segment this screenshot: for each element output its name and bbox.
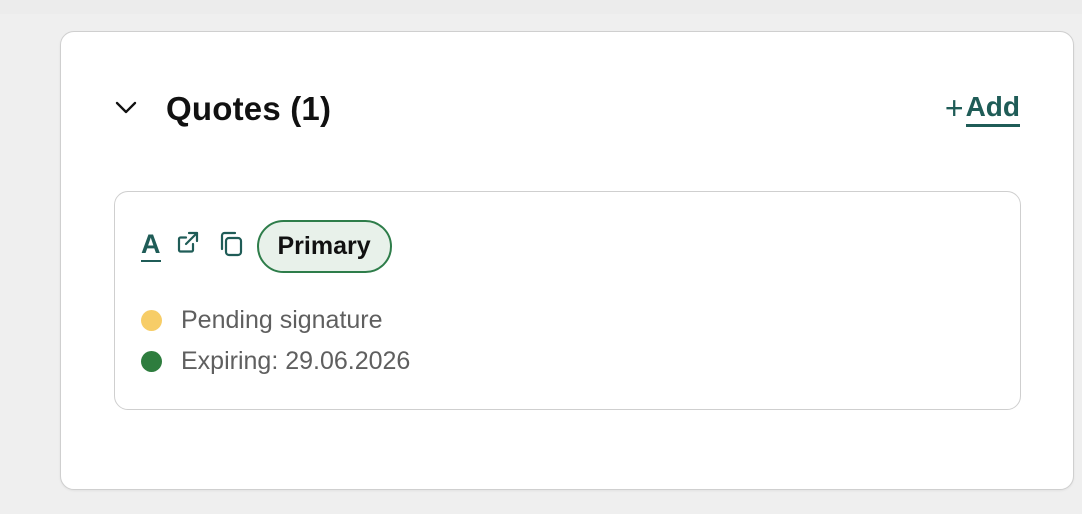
status-item: Expiring: 29.06.2026: [141, 341, 410, 382]
chevron-down-icon: [114, 95, 138, 124]
copy-icon: [216, 229, 246, 264]
status-list: Pending signature Expiring: 29.06.2026: [141, 300, 410, 382]
status-dot-green: [141, 351, 162, 372]
open-external-button[interactable]: [172, 228, 204, 260]
collapse-toggle-button[interactable]: [111, 94, 141, 124]
status-text: Pending signature: [181, 306, 383, 334]
quote-card: A Primary Pending signature Expiring: 29…: [114, 191, 1021, 410]
quotes-header: Quotes (1) + Add: [61, 32, 1073, 192]
status-dot-yellow: [141, 310, 162, 331]
page-top-strip: [0, 0, 1082, 14]
status-item: Pending signature: [141, 300, 410, 341]
add-quote-button[interactable]: + Add: [944, 89, 1020, 127]
quote-card-header: A Primary: [141, 219, 392, 273]
quotes-panel: Quotes (1) + Add A Primary Pending signa…: [60, 31, 1074, 490]
section-title: Quotes (1): [166, 90, 332, 127]
primary-badge: Primary: [256, 219, 392, 273]
quote-name-link[interactable]: A: [141, 230, 161, 262]
plus-icon: +: [944, 89, 964, 126]
add-label: Add: [965, 91, 1020, 127]
copy-button[interactable]: [215, 230, 247, 262]
status-text: Expiring: 29.06.2026: [181, 347, 411, 375]
external-link-icon: [174, 228, 202, 261]
